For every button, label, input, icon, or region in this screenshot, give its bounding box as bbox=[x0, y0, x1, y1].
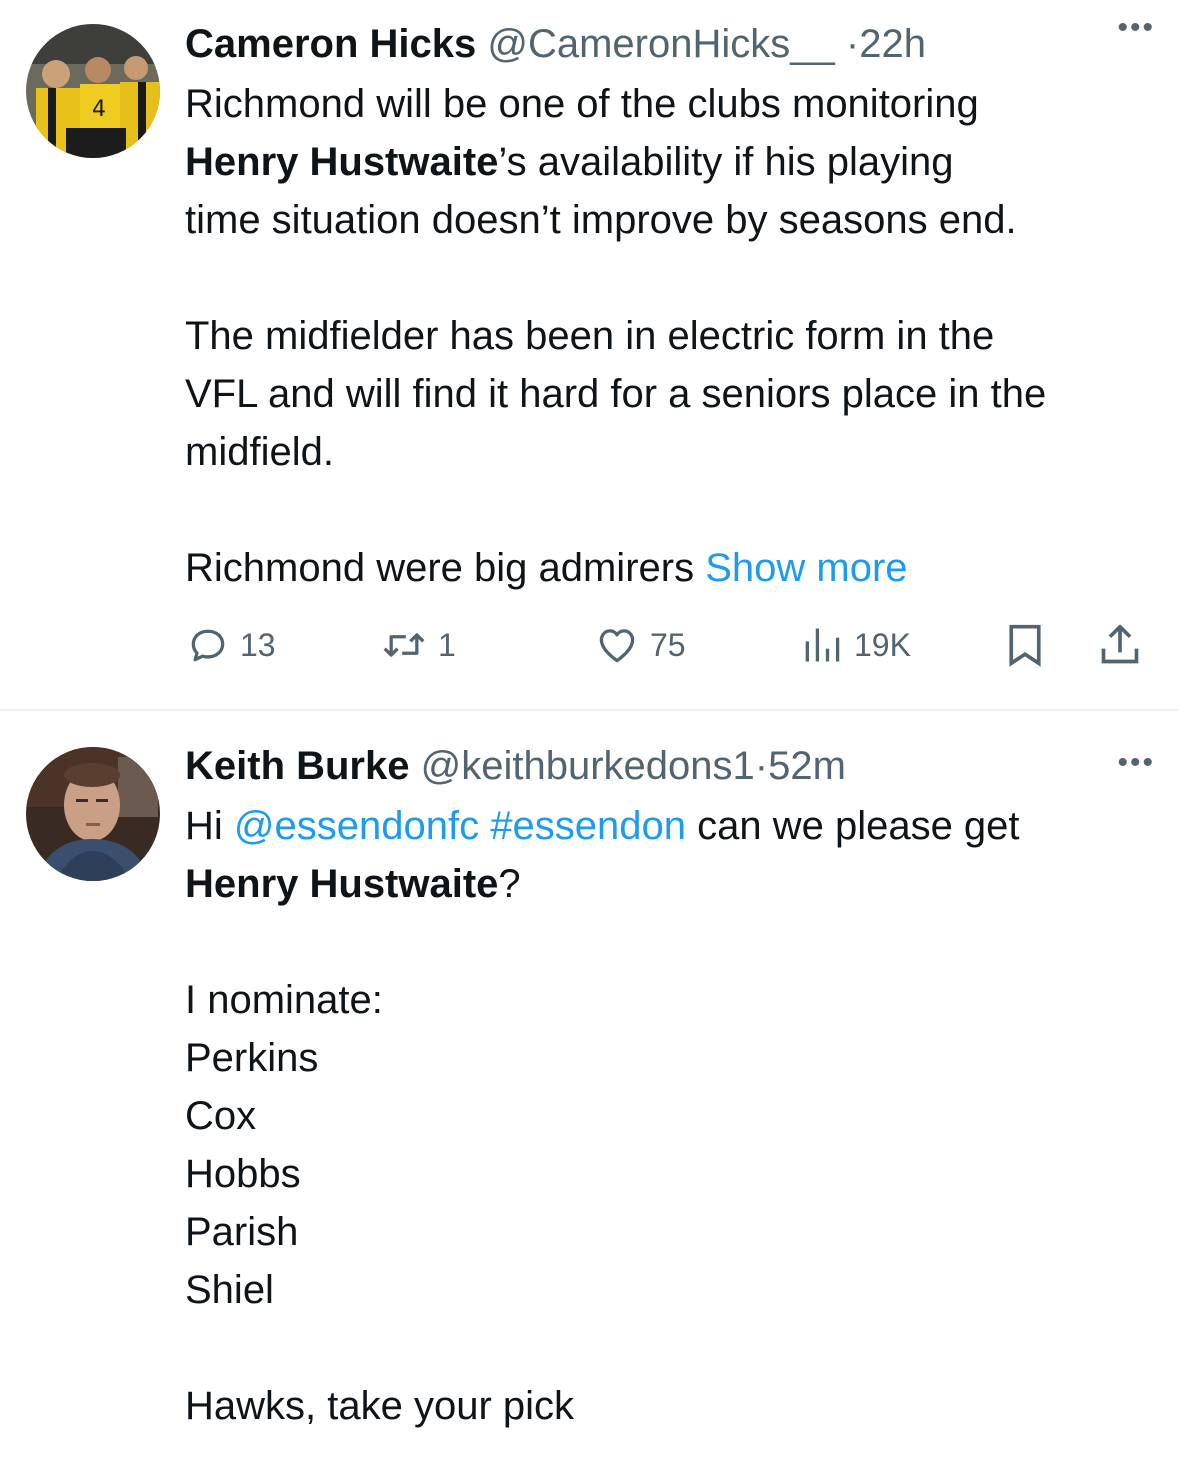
text-line: Hawks, take your pick bbox=[185, 1384, 575, 1428]
retweet-count: 1 bbox=[438, 626, 456, 663]
text-line: time situation doesn’t improve by season… bbox=[185, 198, 1017, 242]
hashtag-link[interactable]: #essendon bbox=[490, 804, 686, 848]
timestamp[interactable]: 22h bbox=[859, 22, 926, 66]
mention-link[interactable]: @essendonfc bbox=[234, 804, 479, 848]
more-options-icon[interactable]: ••• bbox=[1117, 13, 1155, 43]
author-handle[interactable]: @keithburkedons1 bbox=[421, 744, 755, 788]
like-button[interactable]: 75 bbox=[594, 615, 686, 675]
avatar-photo bbox=[26, 747, 160, 881]
text-line: Henry Hustwaite? bbox=[185, 855, 1161, 913]
text-fragment: Hi bbox=[185, 804, 223, 848]
text-fragment: ’s availability if his playing bbox=[498, 140, 954, 184]
text-fragment: can we please get bbox=[697, 804, 1020, 848]
author-name[interactable]: Keith Burke bbox=[185, 744, 410, 788]
retweet-button[interactable]: 1 bbox=[380, 615, 456, 675]
timestamp[interactable]: 52m bbox=[768, 744, 846, 788]
tweet-header: Keith Burke @keithburkedons1·52m bbox=[185, 742, 1159, 790]
svg-text:4: 4 bbox=[92, 97, 106, 122]
text-line: VFL and will find it hard for a seniors … bbox=[185, 372, 1047, 416]
text-line: midfield. bbox=[185, 430, 334, 474]
avatar[interactable] bbox=[26, 747, 160, 881]
author-handle[interactable]: @CameronHicks__ bbox=[487, 22, 834, 66]
reply-count: 13 bbox=[240, 626, 276, 663]
like-count: 75 bbox=[650, 626, 686, 663]
avatar[interactable]: 4 bbox=[26, 24, 160, 158]
separator-dot: · bbox=[754, 744, 769, 788]
bold-name: Henry Hustwaite bbox=[185, 140, 499, 184]
views-chart-icon bbox=[805, 628, 840, 662]
list-item: Shiel bbox=[185, 1268, 274, 1312]
retweet-icon bbox=[383, 633, 425, 657]
reply-button[interactable]: 13 bbox=[186, 615, 276, 675]
text-line: Richmond will be one of the clubs monito… bbox=[185, 82, 979, 126]
text-fragment: Richmond were big admirers bbox=[185, 546, 695, 590]
bookmark-icon bbox=[1009, 624, 1041, 667]
bookmark-button[interactable] bbox=[1003, 615, 1047, 675]
tweet-text: Hi @essendonfc #essendon can we please g… bbox=[185, 797, 1161, 1435]
share-icon bbox=[1101, 624, 1139, 664]
bold-name: Henry Hustwaite bbox=[185, 862, 499, 906]
avatar-photo: 4 bbox=[26, 24, 160, 158]
text-line: I nominate: bbox=[185, 978, 383, 1022]
author-name[interactable]: Cameron Hicks bbox=[185, 22, 476, 66]
list-item: Perkins bbox=[185, 1036, 319, 1080]
list-item: Hobbs bbox=[185, 1152, 301, 1196]
views-button[interactable]: 19K bbox=[800, 615, 911, 675]
more-options-icon[interactable]: ••• bbox=[1117, 748, 1155, 778]
tweet-actions: 13 1 75 19K bbox=[0, 615, 1179, 675]
tweet-cameron-hicks[interactable]: 4 Cameron Hicks @CameronHicks__ ·22h •••… bbox=[0, 0, 1179, 710]
list-item: Parish bbox=[185, 1210, 299, 1254]
text-line: Hi @essendonfc #essendon can we please g… bbox=[185, 797, 1161, 855]
tweet-header: Cameron Hicks @CameronHicks__ ·22h bbox=[185, 20, 1159, 68]
show-more-link[interactable]: Show more bbox=[705, 546, 907, 590]
text-line: Richmond were big admirers Show more bbox=[185, 539, 1161, 597]
reply-icon bbox=[191, 629, 225, 662]
separator-dot: · bbox=[845, 22, 860, 66]
list-item: Cox bbox=[185, 1094, 257, 1138]
text-line: The midfielder has been in electric form… bbox=[185, 314, 995, 358]
views-count: 19K bbox=[854, 626, 911, 663]
text-line: Henry Hustwaite’s availability if his pl… bbox=[185, 133, 1161, 191]
heart-icon bbox=[599, 629, 635, 663]
share-button[interactable] bbox=[1098, 615, 1142, 675]
tweet-text: Richmond will be one of the clubs monito… bbox=[185, 75, 1161, 597]
text-fragment: ? bbox=[498, 862, 521, 906]
